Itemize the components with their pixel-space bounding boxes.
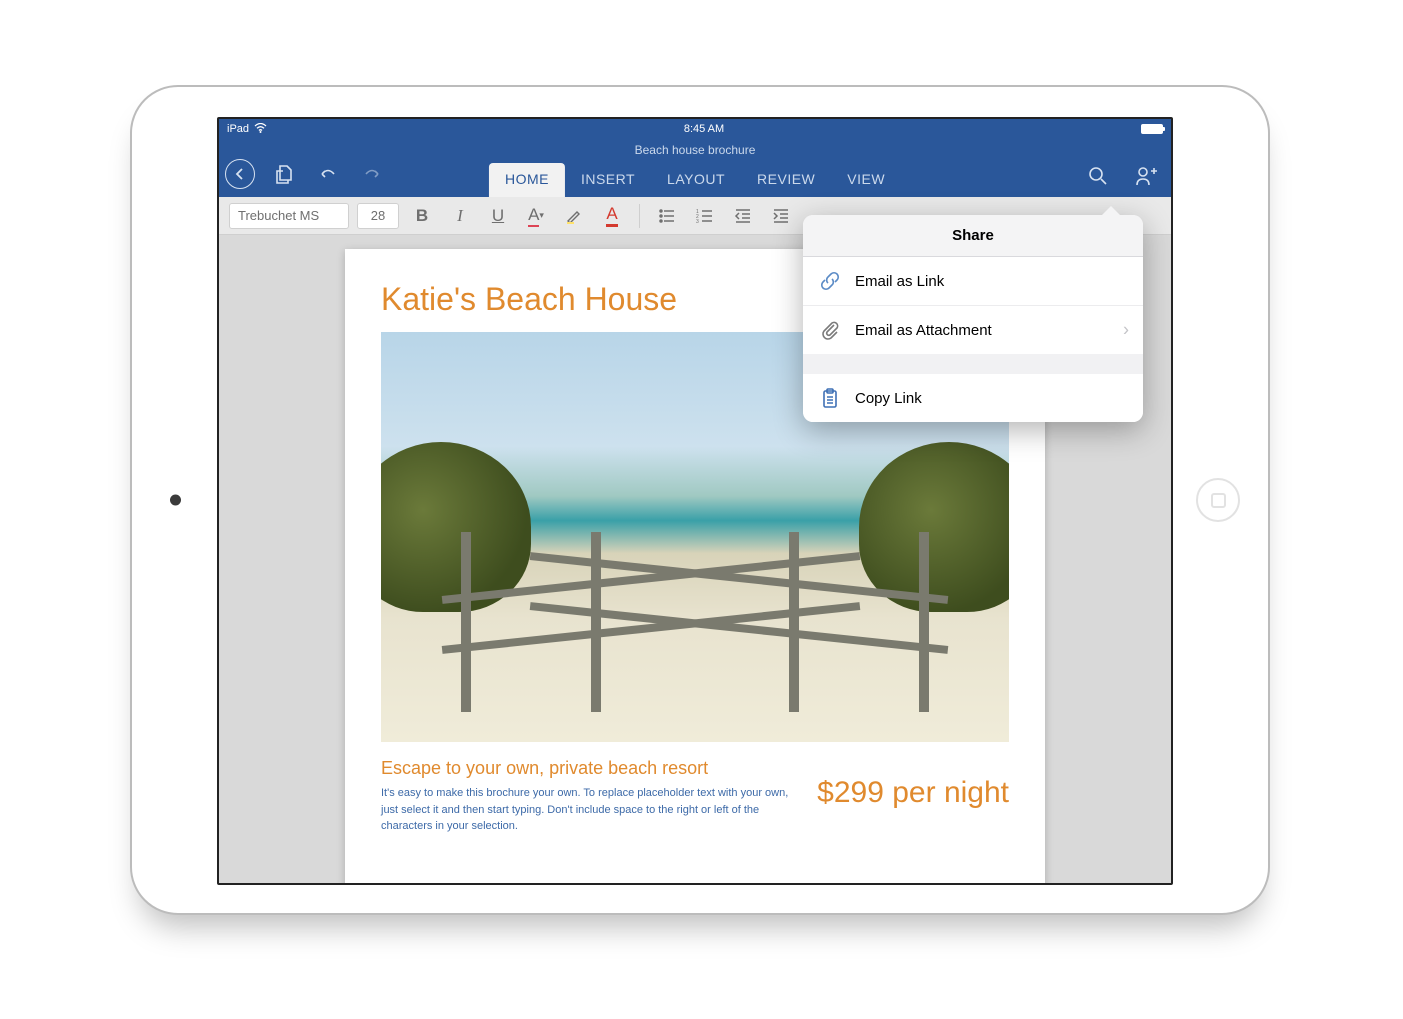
highlight-button[interactable] bbox=[559, 201, 589, 231]
outdent-button[interactable] bbox=[728, 201, 758, 231]
tab-review[interactable]: REVIEW bbox=[741, 163, 831, 197]
font-color-button[interactable]: A bbox=[597, 201, 627, 231]
numbering-button[interactable]: 123 bbox=[690, 201, 720, 231]
ipad-camera bbox=[170, 495, 181, 506]
link-icon bbox=[819, 270, 841, 292]
font-size-picker[interactable]: 28 bbox=[357, 203, 399, 229]
document-title: Beach house brochure bbox=[219, 143, 1171, 157]
redo-button[interactable] bbox=[357, 159, 387, 189]
tab-insert[interactable]: INSERT bbox=[565, 163, 651, 197]
ipad-frame: iPad 8:45 AM Beach house brochure bbox=[130, 85, 1270, 915]
clipboard-icon bbox=[819, 387, 841, 409]
tab-layout[interactable]: LAYOUT bbox=[651, 163, 741, 197]
share-email-link[interactable]: Email as Link bbox=[803, 257, 1143, 306]
ribbon-tabs: HOME INSERT LAYOUT REVIEW VIEW bbox=[489, 163, 901, 197]
status-bar: iPad 8:45 AM bbox=[219, 119, 1171, 139]
share-popover: Share Email as Link Email as Attachment … bbox=[803, 215, 1143, 422]
font-style-button[interactable]: A▾ bbox=[521, 201, 551, 231]
separator bbox=[639, 204, 640, 228]
ribbon-header: Beach house brochure HOME bbox=[219, 139, 1171, 197]
ipad-home-button[interactable] bbox=[1196, 478, 1240, 522]
back-button[interactable] bbox=[225, 159, 255, 189]
share-copy-link[interactable]: Copy Link bbox=[803, 374, 1143, 422]
clock: 8:45 AM bbox=[684, 123, 724, 135]
search-button[interactable] bbox=[1083, 161, 1113, 191]
share-copy-link-label: Copy Link bbox=[855, 390, 922, 407]
italic-button[interactable]: I bbox=[445, 201, 475, 231]
share-email-link-label: Email as Link bbox=[855, 273, 944, 290]
share-popover-title: Share bbox=[803, 215, 1143, 257]
doc-price[interactable]: $299 per night bbox=[817, 758, 1009, 810]
battery-icon bbox=[1141, 124, 1163, 134]
paperclip-icon bbox=[819, 319, 841, 341]
tab-home[interactable]: HOME bbox=[489, 163, 565, 197]
tab-view[interactable]: VIEW bbox=[831, 163, 901, 197]
file-button[interactable] bbox=[269, 159, 299, 189]
bold-button[interactable]: B bbox=[407, 201, 437, 231]
device-label: iPad bbox=[227, 123, 249, 135]
home-square-icon bbox=[1211, 493, 1226, 508]
indent-button[interactable] bbox=[766, 201, 796, 231]
underline-button[interactable]: U bbox=[483, 201, 513, 231]
share-email-attachment[interactable]: Email as Attachment › bbox=[803, 306, 1143, 354]
popover-gap bbox=[803, 354, 1143, 374]
share-email-attachment-label: Email as Attachment bbox=[855, 322, 992, 339]
undo-button[interactable] bbox=[313, 159, 343, 189]
bullets-button[interactable] bbox=[652, 201, 682, 231]
wifi-icon bbox=[254, 123, 267, 136]
doc-subheading[interactable]: Escape to your own, private beach resort bbox=[381, 758, 793, 779]
svg-text:3: 3 bbox=[696, 219, 699, 225]
share-button[interactable] bbox=[1131, 161, 1161, 191]
font-name-picker[interactable]: Trebuchet MS bbox=[229, 203, 349, 229]
doc-body-text[interactable]: It's easy to make this brochure your own… bbox=[381, 785, 793, 835]
screen: iPad 8:45 AM Beach house brochure bbox=[217, 117, 1173, 885]
chevron-right-icon: › bbox=[1123, 320, 1129, 341]
